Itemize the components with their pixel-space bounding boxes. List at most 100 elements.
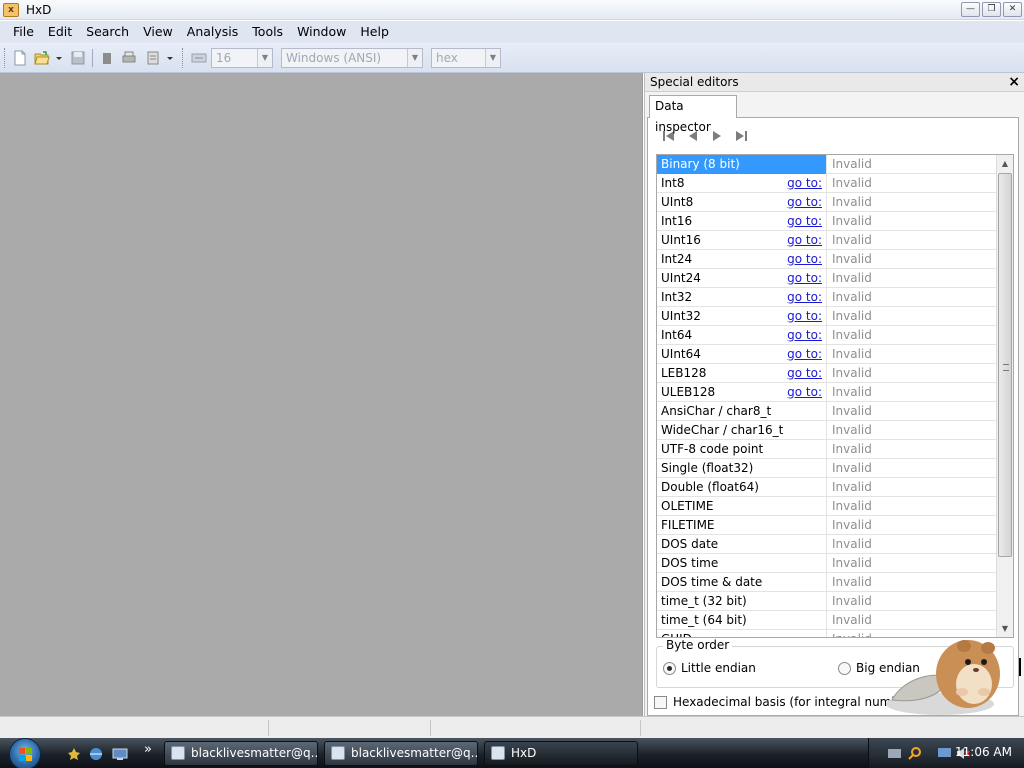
row-value[interactable]: Invalid (828, 383, 997, 402)
goto-link[interactable]: go to: (787, 326, 822, 344)
goto-link[interactable]: go to: (787, 193, 822, 211)
goto-link[interactable]: go to: (787, 345, 822, 363)
table-row[interactable]: ULEB128 go to: Invalid (657, 383, 997, 402)
close-file-icon[interactable] (99, 50, 115, 66)
quick-launch-browser-icon[interactable] (88, 746, 104, 762)
table-row[interactable]: time_t (64 bit) Invalid (657, 611, 997, 630)
row-value[interactable]: Invalid (828, 402, 997, 421)
little-endian-radio-dot[interactable] (663, 661, 676, 675)
row-value[interactable]: Invalid (828, 231, 997, 250)
row-value[interactable]: Invalid (828, 307, 997, 326)
table-row[interactable]: DOS date Invalid (657, 535, 997, 554)
table-row[interactable]: UInt8 go to: Invalid (657, 193, 997, 212)
start-button[interactable] (9, 738, 41, 768)
row-type-name[interactable]: Int8 go to: (657, 174, 827, 193)
taskbar-button[interactable]: blacklivesmatter@q... (324, 741, 478, 766)
quick-launch-app-icon[interactable] (66, 746, 82, 762)
table-row[interactable]: FILETIME Invalid (657, 516, 997, 535)
row-value[interactable]: Invalid (828, 535, 997, 554)
row-value[interactable]: Invalid (828, 592, 997, 611)
row-type-name[interactable]: Int32 go to: (657, 288, 827, 307)
row-value[interactable]: Invalid (828, 250, 997, 269)
row-value[interactable]: Invalid (828, 421, 997, 440)
offset-base-combo[interactable]: hex ▼ (431, 48, 501, 68)
row-value[interactable]: Invalid (828, 288, 997, 307)
row-type-name[interactable]: UInt16 go to: (657, 231, 827, 250)
open-dropdown-arrow-icon[interactable] (54, 50, 64, 66)
row-value[interactable]: Invalid (828, 497, 997, 516)
row-value[interactable]: Invalid (828, 573, 997, 592)
row-type-name[interactable]: OLETIME (657, 497, 827, 516)
tab-data-inspector[interactable]: Data inspector (649, 95, 737, 134)
big-endian-radio-dot[interactable] (838, 661, 851, 675)
tray-monitor-icon[interactable] (937, 746, 952, 761)
table-row[interactable]: UInt24 go to: Invalid (657, 269, 997, 288)
table-row[interactable]: UInt32 go to: Invalid (657, 307, 997, 326)
menu-item-help[interactable]: Help (353, 21, 396, 43)
print-icon[interactable] (121, 50, 137, 66)
chevron-down-icon[interactable]: ▼ (407, 49, 422, 67)
row-type-name[interactable]: ULEB128 go to: (657, 383, 827, 402)
properties-dropdown-arrow-icon[interactable] (165, 50, 175, 66)
table-row[interactable]: DOS time Invalid (657, 554, 997, 573)
table-row[interactable]: Double (float64) Invalid (657, 478, 997, 497)
row-value[interactable]: Invalid (828, 269, 997, 288)
properties-icon[interactable] (145, 50, 161, 66)
table-row[interactable]: DOS time & date Invalid (657, 573, 997, 592)
row-type-name[interactable]: GUID (657, 630, 827, 637)
row-type-name[interactable]: Single (float32) (657, 459, 827, 478)
table-row[interactable]: Int24 go to: Invalid (657, 250, 997, 269)
row-type-name[interactable]: Binary (8 bit) (657, 155, 827, 174)
taskbar-button[interactable]: HxD (484, 741, 638, 766)
editor-workspace[interactable] (0, 73, 643, 716)
chevron-down-icon[interactable]: ▼ (485, 49, 500, 67)
goto-link[interactable]: go to: (787, 307, 822, 325)
goto-link[interactable]: go to: (787, 288, 822, 306)
charset-combo[interactable]: Windows (ANSI) ▼ (281, 48, 423, 68)
taskbar-overflow-icon[interactable]: » (144, 742, 152, 757)
chevron-down-icon[interactable]: ▼ (257, 49, 272, 67)
table-row[interactable]: Int8 go to: Invalid (657, 174, 997, 193)
scroll-up-icon[interactable]: ▲ (997, 155, 1013, 172)
hex-basis-check-box[interactable] (654, 695, 667, 709)
taskbar-button[interactable]: blacklivesmatter@q... (164, 741, 318, 766)
taskbar-clock[interactable]: 11:06 AM (955, 745, 1012, 759)
row-type-name[interactable]: UTF-8 code point (657, 440, 827, 459)
goto-link[interactable]: go to: (787, 174, 822, 192)
row-value[interactable]: Invalid (828, 459, 997, 478)
row-type-name[interactable]: FILETIME (657, 516, 827, 535)
panel-close-button[interactable]: × (1008, 74, 1020, 90)
table-row[interactable]: UTF-8 code point Invalid (657, 440, 997, 459)
row-type-name[interactable]: DOS date (657, 535, 827, 554)
row-value[interactable]: Invalid (828, 478, 997, 497)
row-type-name[interactable]: Int24 go to: (657, 250, 827, 269)
table-row[interactable]: Int32 go to: Invalid (657, 288, 997, 307)
menu-item-tools[interactable]: Tools (245, 21, 290, 43)
menu-item-file[interactable]: File (6, 21, 41, 43)
close-window-button[interactable]: ✕ (1003, 2, 1022, 17)
last-icon[interactable] (732, 128, 750, 144)
row-value[interactable]: Invalid (828, 364, 997, 383)
row-type-name[interactable]: Int16 go to: (657, 212, 827, 231)
hxd-app-icon[interactable]: x (3, 3, 19, 17)
tray-network-icon[interactable] (887, 746, 902, 761)
table-row[interactable]: Single (float32) Invalid (657, 459, 997, 478)
open-folder-icon[interactable] (34, 50, 50, 66)
table-row[interactable]: Int16 go to: Invalid (657, 212, 997, 231)
row-type-name[interactable]: WideChar / char16_t (657, 421, 827, 440)
row-type-name[interactable]: DOS time & date (657, 573, 827, 592)
row-type-name[interactable]: time_t (64 bit) (657, 611, 827, 630)
goto-link[interactable]: go to: (787, 250, 822, 268)
menu-item-edit[interactable]: Edit (41, 21, 79, 43)
menu-item-analysis[interactable]: Analysis (180, 21, 246, 43)
row-type-name[interactable]: time_t (32 bit) (657, 592, 827, 611)
table-row[interactable]: UInt16 go to: Invalid (657, 231, 997, 250)
row-value[interactable]: Invalid (828, 440, 997, 459)
table-row[interactable]: Binary (8 bit) Invalid (657, 155, 997, 174)
save-icon[interactable] (70, 50, 86, 66)
row-type-name[interactable]: UInt8 go to: (657, 193, 827, 212)
table-row[interactable]: AnsiChar / char8_t Invalid (657, 402, 997, 421)
row-type-name[interactable]: Double (float64) (657, 478, 827, 497)
table-row[interactable]: UInt64 go to: Invalid (657, 345, 997, 364)
table-row[interactable]: time_t (32 bit) Invalid (657, 592, 997, 611)
